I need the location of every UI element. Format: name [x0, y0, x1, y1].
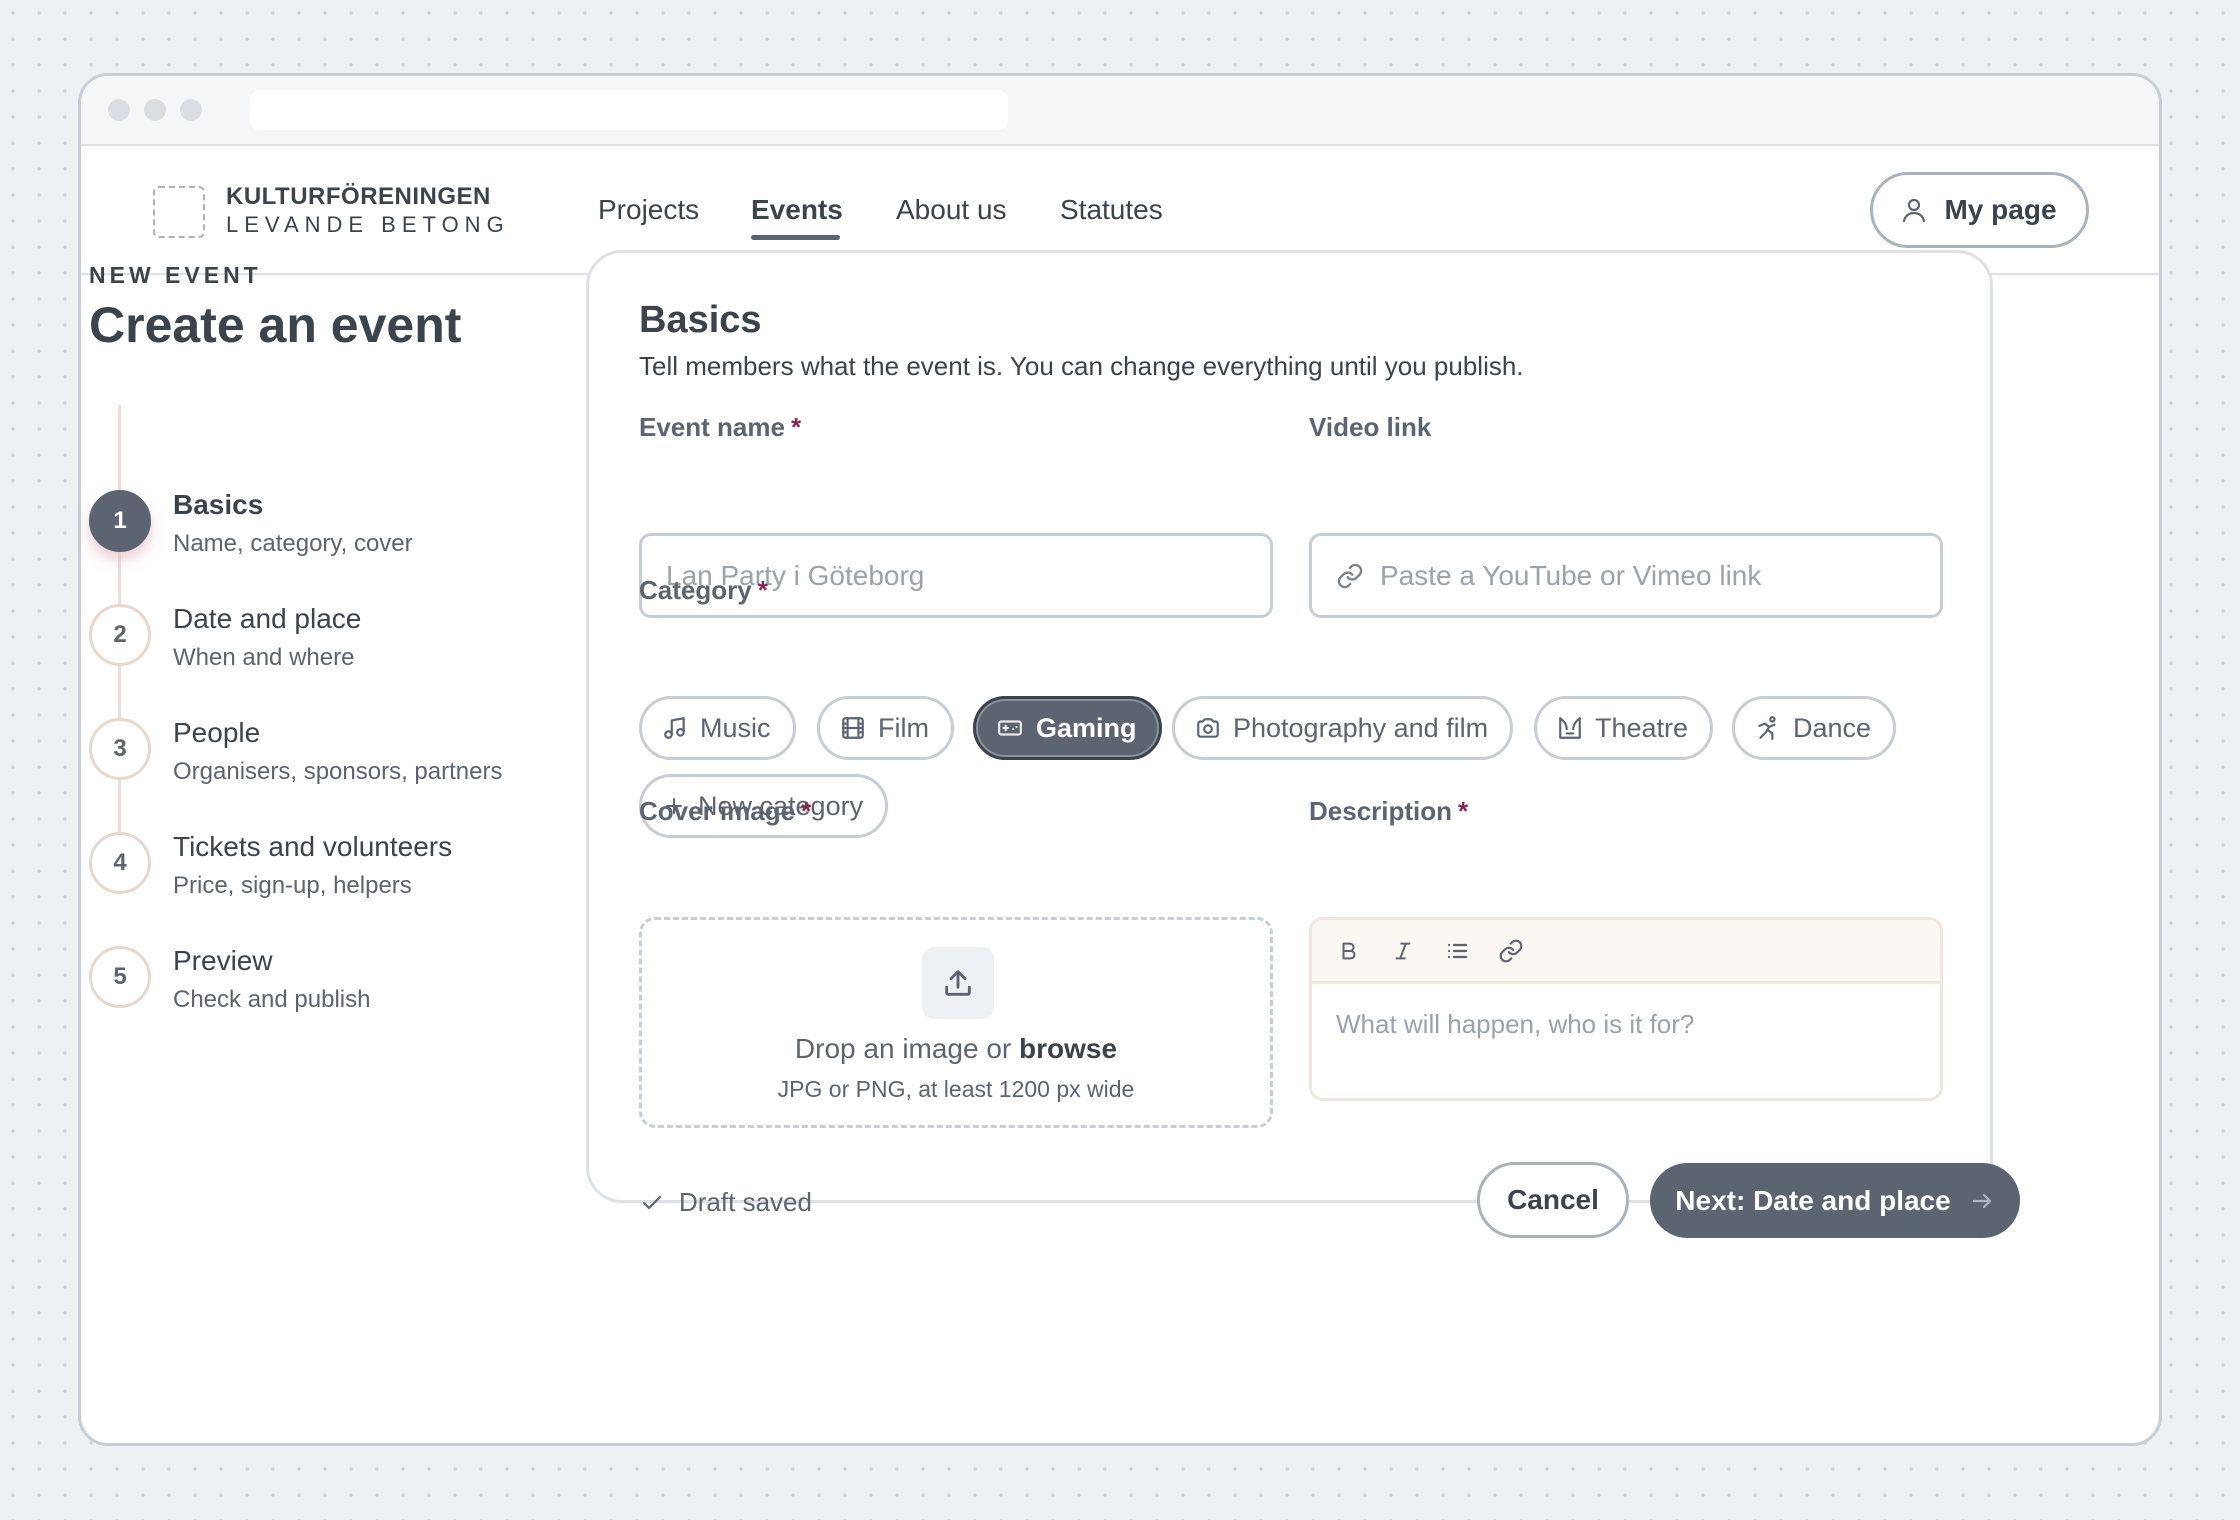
step-subtitle: When and where [173, 644, 355, 671]
nav-link-events[interactable]: Events [751, 194, 843, 226]
cover-image-label: Cover image * [639, 796, 812, 826]
window-titlebar [81, 76, 2159, 146]
window-close-dot[interactable] [108, 99, 130, 121]
required-marker: * [1458, 796, 1469, 826]
description-placeholder: What will happen, who is it for? [1336, 1009, 1695, 1039]
window-maximize-dot[interactable] [180, 99, 202, 121]
dropzone-hint: JPG or PNG, at least 1200 px wide [777, 1076, 1135, 1102]
cover-image-dropzone[interactable]: Drop an image or browse JPG or PNG, at l… [639, 917, 1273, 1128]
list-icon[interactable] [1442, 936, 1472, 966]
step-title: Date and place [173, 603, 362, 634]
category-chip-photography-and-film[interactable]: Photography and film [1172, 696, 1514, 760]
film-strip-icon [842, 717, 864, 739]
step-number: 1 [89, 490, 151, 552]
step-subtitle: Organisers, sponsors, partners [173, 758, 503, 785]
window-minimize-dot[interactable] [144, 99, 166, 121]
editor-toolbar [1312, 920, 1940, 984]
required-marker: * [790, 412, 802, 442]
basics-form-card: Basics Tell members what the event is. Y… [586, 250, 1993, 1217]
my-page-button[interactable]: My page [1870, 172, 2089, 248]
logo-name[interactable]: KULTURFÖRENINGEN [226, 183, 491, 211]
checkmark-icon [642, 1195, 662, 1209]
category-chip-theatre[interactable]: Theatre [1534, 696, 1714, 760]
form-section-description: Tell members what the event is. You can … [639, 351, 1524, 381]
user-icon [1903, 198, 1926, 223]
bold-icon[interactable] [1334, 936, 1364, 966]
description-editor[interactable]: What will happen, who is it for? [1309, 917, 1943, 1101]
browse-link[interactable]: browse [1019, 1033, 1117, 1064]
step-number: 3 [89, 718, 151, 780]
logo-placeholder[interactable] [153, 186, 205, 238]
event-name-label: Event name * [639, 412, 802, 442]
theatre-masks-icon [1559, 717, 1581, 739]
active-nav-indicator [751, 235, 840, 240]
upload-icon [922, 947, 994, 1019]
page-title: Create an event [89, 297, 462, 353]
link-icon[interactable] [1496, 936, 1526, 966]
required-marker: * [801, 796, 812, 826]
required-marker: * [757, 575, 768, 605]
my-page-label: My page [1944, 194, 2057, 225]
step-title: People [173, 717, 261, 748]
form-section-title: Basics [639, 299, 762, 341]
page-eyebrow: NEW EVENT [89, 262, 262, 288]
gamepad-icon [998, 720, 1022, 736]
category-chip-dance[interactable]: Dance [1732, 696, 1897, 760]
category-chip-music[interactable]: Music [639, 696, 796, 760]
category-label: Category * [639, 575, 768, 605]
video-link-label: Video link [1309, 412, 1432, 442]
address-bar[interactable] [250, 90, 1008, 130]
nav-link-projects[interactable]: Projects [598, 194, 699, 226]
nav-link-about-us[interactable]: About us [896, 194, 1007, 226]
step-number: 4 [89, 832, 151, 894]
step-number: 5 [89, 946, 151, 1008]
step-title: Basics [173, 489, 264, 520]
logo-tagline[interactable]: LEVANDE BETONG [226, 212, 510, 238]
dropzone-instruction: Drop an image or browse [794, 1033, 1118, 1064]
nav-link-statutes[interactable]: Statutes [1060, 194, 1163, 226]
cancel-button[interactable]: Cancel [1477, 1162, 1629, 1238]
next-step-label: Next: Date and place [1675, 1184, 1951, 1216]
step-subtitle: Name, category, cover [173, 530, 413, 557]
step-subtitle: Check and publish [173, 986, 371, 1013]
arrow-right-icon [1972, 1193, 1991, 1208]
dancer-icon [1758, 716, 1776, 740]
italic-icon[interactable] [1388, 936, 1418, 966]
video-link-placeholder: Paste a YouTube or Vimeo link [1380, 559, 1762, 591]
link-icon [1336, 562, 1364, 590]
next-step-button[interactable]: Next: Date and place [1650, 1163, 2020, 1238]
step-number: 2 [89, 604, 151, 666]
step-title: Tickets and volunteers [173, 831, 453, 862]
camera-icon [1197, 718, 1219, 738]
step-subtitle: Price, sign-up, helpers [173, 872, 412, 899]
draft-status: Draft saved [639, 1187, 812, 1218]
description-label: Description * [1309, 796, 1469, 826]
step-title: Preview [173, 945, 273, 976]
music-note-icon [664, 717, 685, 739]
category-chip-film[interactable]: Film [817, 696, 954, 760]
video-link-input[interactable]: Paste a YouTube or Vimeo link [1309, 533, 1943, 618]
category-chip-gaming[interactable]: Gaming [973, 696, 1162, 760]
